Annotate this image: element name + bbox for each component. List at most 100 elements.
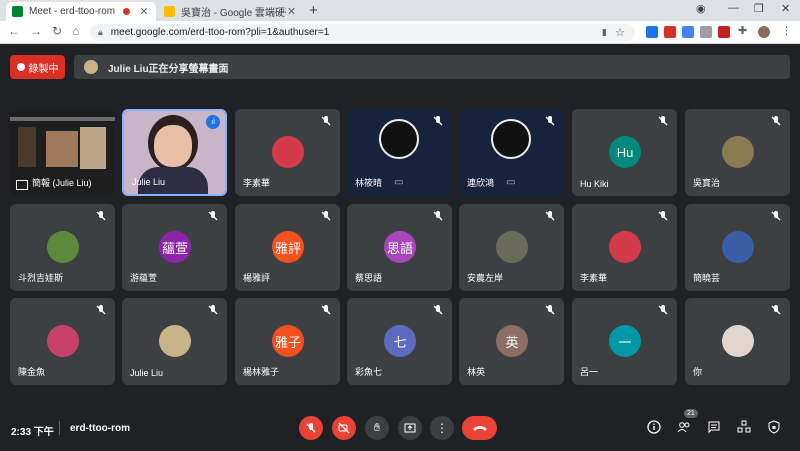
participant-tile[interactable]: 英 林英 — [459, 298, 564, 385]
present-now-button[interactable] — [398, 416, 422, 440]
leave-call-button[interactable] — [462, 416, 497, 440]
extension-icon[interactable] — [646, 26, 658, 38]
camera-off-icon — [338, 422, 350, 434]
participant-tile[interactable]: 安農左岸 — [459, 204, 564, 291]
more-options-button[interactable]: ⋮ — [430, 416, 454, 440]
speaking-indicator-icon: ıl — [206, 115, 220, 129]
browser-tab-drive[interactable]: 吳寶治 - Google 雲端硬碟 ✕ — [158, 2, 303, 21]
presentation-banner: Julie Liu正在分享螢幕畫面 — [74, 55, 790, 79]
drive-favicon-icon — [164, 6, 175, 17]
extension-icon[interactable] — [682, 26, 694, 38]
camera-toggle-button[interactable] — [332, 416, 356, 440]
recording-label: 錄製中 — [28, 63, 59, 75]
chat-button[interactable] — [706, 419, 722, 435]
minimize-icon[interactable]: — — [728, 2, 739, 14]
muted-mic-icon — [208, 211, 218, 221]
muted-mic-icon — [545, 305, 555, 315]
participant-avatar — [722, 231, 754, 263]
participant-avatar: 雅子 — [272, 325, 304, 357]
participant-tile[interactable]: ▭ 連欣鴻 — [459, 109, 564, 196]
muted-mic-icon — [321, 211, 331, 221]
muted-mic-icon — [433, 116, 443, 126]
tab-title: Meet - erd-ttoo-rom — [29, 6, 116, 17]
home-icon[interactable]: ⌂ — [72, 24, 79, 38]
muted-mic-icon — [96, 305, 106, 315]
tab-search-icon[interactable]: ◉ — [696, 2, 706, 15]
muted-mic-icon — [771, 211, 781, 221]
participant-tile[interactable]: 雅子 楊林雅子 — [235, 298, 340, 385]
close-tab-icon[interactable]: ✕ — [286, 5, 297, 18]
bookmark-star-icon[interactable]: ☆ — [615, 26, 625, 39]
participant-tile[interactable]: 蘊萱 游蘊萱 — [122, 204, 227, 291]
participant-tile[interactable]: ▭ 林筱晴 — [347, 109, 452, 196]
browser-tab-meet[interactable]: Meet - erd-ttoo-rom ✕ — [6, 2, 156, 21]
participant-tile[interactable]: 李素華 — [572, 204, 677, 291]
participant-avatar — [496, 231, 528, 263]
back-icon[interactable]: ← — [8, 24, 20, 38]
presentation-text: Julie Liu正在分享螢幕畫面 — [108, 63, 229, 75]
hand-icon: ✋︎ — [373, 421, 381, 434]
participant-name: 楊林雅子 — [243, 367, 280, 377]
obs-logo-icon — [491, 119, 531, 159]
profile-avatar[interactable] — [758, 26, 770, 38]
browser-tab-strip: Meet - erd-ttoo-rom ✕ 吳寶治 - Google 雲端硬碟 … — [0, 0, 800, 21]
participant-tile-self[interactable]: 你 — [685, 298, 790, 385]
participant-avatar — [47, 231, 79, 263]
url-omnibox[interactable]: 🔒︎ meet.google.com/erd-ttoo-rom?pli=1&au… — [90, 24, 635, 41]
forward-icon[interactable]: → — [30, 24, 42, 38]
participant-avatar: 七 — [384, 325, 416, 357]
participant-tile-julie-liu[interactable]: ıl Julie Liu — [122, 109, 227, 196]
participant-avatar — [722, 136, 754, 168]
participant-avatar: 一 — [609, 325, 641, 357]
participant-tile[interactable]: 一 呂一 — [572, 298, 677, 385]
participant-avatar: 英 — [496, 325, 528, 357]
participant-name: 斗烈吉娃斯 — [18, 273, 64, 283]
participant-tile[interactable]: 李素華 — [235, 109, 340, 196]
participant-name: 彩魚七 — [355, 367, 383, 377]
participant-tile[interactable]: 思語 蔡思語 — [347, 204, 452, 291]
host-controls-button[interactable] — [766, 419, 782, 435]
recording-button[interactable]: 錄製中 — [10, 55, 65, 79]
participant-name: 安農左岸 — [467, 273, 504, 283]
participant-tile-screen-share[interactable]: 簡報 (Julie Liu) — [10, 109, 115, 196]
muted-mic-icon — [545, 211, 555, 221]
present-screen-icon — [16, 180, 28, 190]
meeting-clock: 2:33 下午 — [11, 427, 54, 438]
participant-tile[interactable]: 七 彩魚七 — [347, 298, 452, 385]
extension-icon[interactable] — [718, 26, 730, 38]
participant-tile[interactable]: 斗烈吉娃斯 — [10, 204, 115, 291]
muted-mic-icon — [433, 305, 443, 315]
puzzle-extensions-icon[interactable]: ✚ — [738, 24, 750, 37]
mic-toggle-button[interactable] — [299, 416, 323, 440]
muted-mic-icon — [545, 116, 555, 126]
meeting-code: erd-ttoo-rom — [70, 423, 130, 434]
participant-tile[interactable]: 陳金魚 — [10, 298, 115, 385]
participant-name: 簡報 (Julie Liu) — [32, 178, 92, 188]
participant-tile[interactable]: 吳寶治 — [685, 109, 790, 196]
participant-avatar: 思語 — [384, 231, 416, 263]
camera-off-icon: ▭ — [394, 177, 404, 188]
meeting-details-button[interactable] — [646, 419, 662, 435]
participant-avatar — [159, 325, 191, 357]
participant-tile[interactable]: 簡曉芸 — [685, 204, 790, 291]
participants-button[interactable] — [676, 419, 692, 435]
participant-tile[interactable]: Hu Hu Kiki — [572, 109, 677, 196]
extension-icon[interactable] — [664, 26, 676, 38]
chat-icon — [708, 421, 720, 434]
raise-hand-button[interactable]: ✋︎ — [365, 416, 389, 440]
close-window-icon[interactable]: ✕ — [781, 2, 790, 15]
camera-permission-icon[interactable]: ▮ — [602, 27, 607, 38]
reload-icon[interactable]: ↻ — [52, 24, 62, 38]
browser-menu-icon[interactable]: ⋮ — [781, 24, 793, 37]
new-tab-button[interactable]: + — [309, 2, 318, 19]
extension-icon[interactable] — [700, 26, 712, 38]
participant-tile[interactable]: Julie Liu — [122, 298, 227, 385]
shield-lock-icon — [768, 420, 780, 434]
participant-name: 楊雅評 — [243, 273, 271, 283]
activities-button[interactable] — [736, 419, 752, 435]
participant-name: 林筱晴 — [355, 178, 383, 188]
participant-tile[interactable]: 雅評 楊雅評 — [235, 204, 340, 291]
participant-avatar — [722, 325, 754, 357]
close-tab-icon[interactable]: ✕ — [138, 5, 150, 18]
restore-icon[interactable]: ❐ — [754, 2, 764, 15]
